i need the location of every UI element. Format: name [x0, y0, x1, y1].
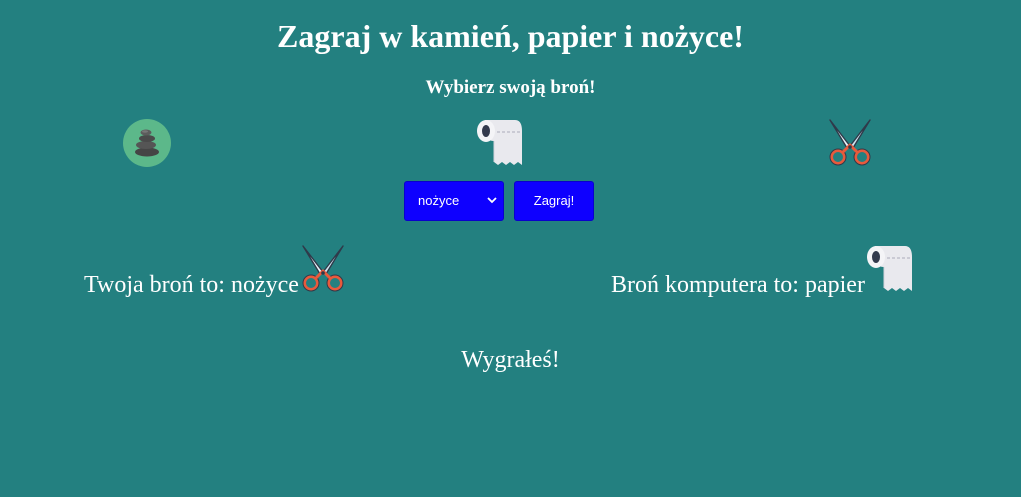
scissors-icon [829, 119, 871, 166]
choose-weapon-heading: Wybierz swoją broń! [425, 77, 596, 98]
weapon-scissors[interactable] [826, 118, 874, 166]
weapon-rock[interactable] [123, 119, 171, 167]
game-outcome: Wygrałeś! [461, 347, 560, 373]
weapon-select[interactable]: nożyce [404, 181, 504, 221]
toilet-paper-icon [477, 120, 522, 165]
weapon-select-value: nożyce [418, 193, 460, 208]
game-controls: nożyce Zagraj! [404, 181, 594, 221]
rock-icon [123, 119, 171, 167]
player-weapon-text: Twoja broń to: nożyce [84, 272, 299, 298]
scissors-icon [302, 245, 344, 292]
computer-weapon-image [865, 245, 913, 293]
page-title: Zagraj w kamień, papier i nożyce! [277, 18, 744, 54]
player-weapon-image [299, 244, 347, 292]
play-button[interactable]: Zagraj! [514, 181, 594, 221]
toilet-paper-icon [867, 246, 912, 291]
chevron-down-icon [487, 197, 497, 204]
weapon-paper[interactable] [475, 119, 523, 167]
computer-weapon-text: Broń komputera to: papier [611, 272, 865, 298]
